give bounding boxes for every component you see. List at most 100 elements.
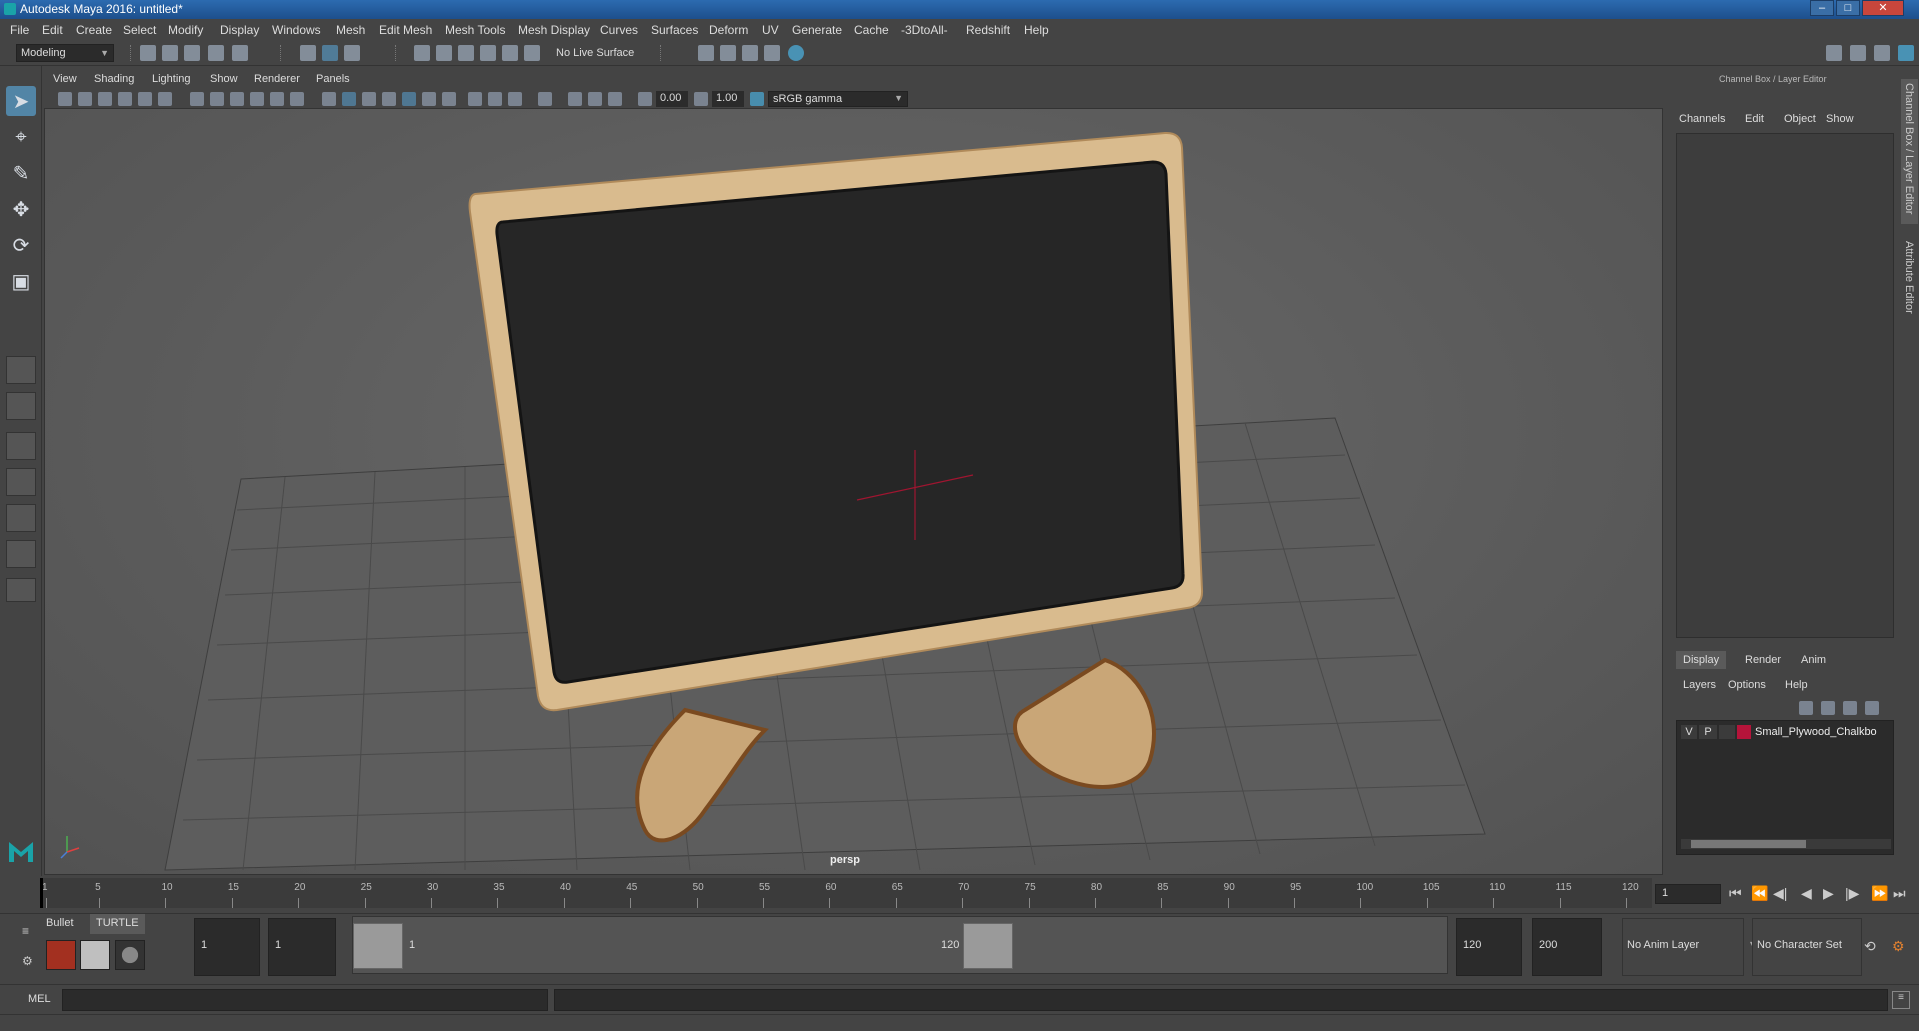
viewport-menu-view[interactable]: View bbox=[53, 73, 77, 85]
hypershade-icon[interactable] bbox=[764, 45, 780, 61]
tool-settings-icon[interactable] bbox=[1874, 45, 1890, 61]
camera-icon[interactable] bbox=[58, 92, 72, 106]
range-slider-end-handle[interactable] bbox=[963, 923, 1013, 969]
sphere-shelf-icon[interactable] bbox=[115, 940, 145, 970]
scene-end-field[interactable]: 200 bbox=[1532, 918, 1602, 976]
gate-mask-icon[interactable] bbox=[230, 92, 244, 106]
step-forward-frame-icon[interactable]: |▶︎ bbox=[1845, 885, 1859, 902]
go-to-start-icon[interactable]: ⏮ bbox=[1729, 885, 1742, 902]
viewport-menu-lighting[interactable]: Lighting bbox=[152, 73, 191, 85]
viewport-menu-show[interactable]: Show bbox=[210, 73, 238, 85]
scene-start-field[interactable]: 1 bbox=[194, 918, 260, 976]
layer-menu-options[interactable]: Options bbox=[1728, 679, 1766, 691]
animation-preferences-icon[interactable]: ⚙ bbox=[1892, 938, 1905, 955]
hypershade-layout-icon[interactable] bbox=[6, 504, 36, 532]
current-frame-marker[interactable] bbox=[40, 878, 43, 908]
menu-deform[interactable]: Deform bbox=[709, 23, 748, 37]
layer-scrollbar[interactable] bbox=[1681, 839, 1891, 849]
menu-mesh-tools[interactable]: Mesh Tools bbox=[445, 23, 505, 37]
move-layer-down-icon[interactable] bbox=[1821, 701, 1835, 715]
maximize-button[interactable]: □ bbox=[1836, 0, 1860, 16]
menu-uv[interactable]: UV bbox=[762, 23, 779, 37]
script-editor-icon[interactable]: ≡ bbox=[1892, 991, 1910, 1009]
shadows-icon[interactable] bbox=[422, 92, 436, 106]
anim-layer-dropdown[interactable]: No Anim Layer▼ bbox=[1622, 918, 1757, 976]
layer-menu-help[interactable]: Help bbox=[1785, 679, 1808, 691]
menu-file[interactable]: File bbox=[10, 23, 29, 37]
exposure-icon[interactable] bbox=[638, 92, 652, 106]
snap-together-icon[interactable] bbox=[524, 45, 540, 61]
gamma-field[interactable]: 1.00 bbox=[712, 91, 744, 107]
menu-mesh-display[interactable]: Mesh Display bbox=[518, 23, 590, 37]
redo-icon[interactable] bbox=[232, 45, 248, 61]
character-set-dropdown[interactable]: No Character Set bbox=[1752, 918, 1862, 976]
menu-display[interactable]: Display bbox=[220, 23, 259, 37]
layer-name[interactable]: Small_Plywood_Chalkbo bbox=[1755, 726, 1877, 738]
shelf-settings-icon[interactable]: ⚙ bbox=[22, 954, 33, 968]
open-scene-icon[interactable] bbox=[162, 45, 178, 61]
wireframe-on-shaded-icon[interactable] bbox=[362, 92, 376, 106]
auto-key-icon[interactable]: ⟲ bbox=[1864, 938, 1876, 955]
step-back-key-icon[interactable]: ⏪ bbox=[1751, 885, 1768, 902]
textured-icon[interactable] bbox=[382, 92, 396, 106]
new-layer-selected-icon[interactable] bbox=[1865, 701, 1879, 715]
grid-toggle-icon[interactable] bbox=[190, 92, 204, 106]
command-language-label[interactable]: MEL bbox=[28, 993, 51, 1005]
make-live-icon[interactable] bbox=[502, 45, 518, 61]
persp-uv-layout-icon[interactable] bbox=[6, 540, 36, 568]
perspective-viewport[interactable]: persp bbox=[44, 69, 1663, 875]
field-chart-icon[interactable] bbox=[250, 92, 264, 106]
channel-tab-object[interactable]: Object bbox=[1784, 113, 1816, 125]
menu-edit-mesh[interactable]: Edit Mesh bbox=[379, 23, 432, 37]
step-back-frame-icon[interactable]: ◀︎| bbox=[1773, 885, 1787, 902]
film-gate-icon[interactable] bbox=[138, 92, 152, 106]
snap-grid-icon[interactable] bbox=[414, 45, 430, 61]
undo-icon[interactable] bbox=[208, 45, 224, 61]
ambient-occlusion-icon[interactable] bbox=[442, 92, 456, 106]
layer-type-toggle[interactable] bbox=[1719, 725, 1735, 739]
backface-culling-icon[interactable] bbox=[508, 92, 522, 106]
hud-icon[interactable] bbox=[568, 92, 582, 106]
resolution-gate-icon[interactable] bbox=[210, 92, 224, 106]
menu-windows[interactable]: Windows bbox=[272, 23, 321, 37]
playback-end-field[interactable]: 120 bbox=[1456, 918, 1522, 976]
use-all-lights-icon[interactable] bbox=[402, 92, 416, 106]
new-empty-layer-icon[interactable] bbox=[1843, 701, 1857, 715]
shelf-menu-icon[interactable]: ≡ bbox=[22, 924, 29, 938]
menu-help[interactable]: Help bbox=[1024, 23, 1049, 37]
layer-visibility-toggle[interactable]: V bbox=[1681, 725, 1697, 739]
single-perspective-layout-icon[interactable] bbox=[6, 356, 36, 384]
move-layer-up-icon[interactable] bbox=[1799, 701, 1813, 715]
go-to-end-icon[interactable]: ⏭ bbox=[1893, 885, 1906, 902]
gamma-icon[interactable] bbox=[694, 92, 708, 106]
menu-modify[interactable]: Modify bbox=[168, 23, 203, 37]
viewport-menu-renderer[interactable]: Renderer bbox=[254, 73, 300, 85]
isolate-select-icon[interactable] bbox=[538, 92, 552, 106]
rotate-tool-icon[interactable]: ⟳ bbox=[6, 230, 36, 260]
color-management-icon[interactable] bbox=[750, 92, 764, 106]
xray-joints-icon[interactable] bbox=[488, 92, 502, 106]
menu-create[interactable]: Create bbox=[76, 23, 112, 37]
step-forward-key-icon[interactable]: ⏩ bbox=[1871, 885, 1888, 902]
channel-box-icon[interactable] bbox=[1898, 45, 1914, 61]
safe-action-icon[interactable] bbox=[270, 92, 284, 106]
lasso-tool-icon[interactable]: ⌖ bbox=[6, 122, 36, 152]
menu-cache[interactable]: Cache bbox=[854, 23, 889, 37]
paint-select-tool-icon[interactable]: ✎ bbox=[6, 158, 36, 188]
channel-tab-edit[interactable]: Edit bbox=[1745, 113, 1764, 125]
layer-tab-render[interactable]: Render bbox=[1745, 654, 1781, 666]
time-slider[interactable]: 1 5 10 15 20 25 30 35 40 45 50 55 60 65 70 75 80 85 90 95 10… bbox=[40, 878, 1652, 908]
shelf-tab-turtle[interactable]: TURTLE bbox=[90, 914, 145, 934]
snap-point-icon[interactable] bbox=[458, 45, 474, 61]
snap-view-plane-icon[interactable] bbox=[480, 45, 496, 61]
menu-redshift[interactable]: Redshift bbox=[966, 23, 1010, 37]
menu-3dtoall[interactable]: -3DtoAll- bbox=[901, 23, 948, 37]
playback-start-field[interactable]: 1 bbox=[268, 918, 336, 976]
menu-curves[interactable]: Curves bbox=[600, 23, 638, 37]
play-forward-icon[interactable]: ▶ bbox=[1823, 885, 1834, 902]
menu-surfaces[interactable]: Surfaces bbox=[651, 23, 698, 37]
anti-alias-icon[interactable] bbox=[608, 92, 622, 106]
layer-tab-display[interactable]: Display bbox=[1683, 654, 1719, 666]
menu-select[interactable]: Select bbox=[123, 23, 156, 37]
save-scene-icon[interactable] bbox=[184, 45, 200, 61]
